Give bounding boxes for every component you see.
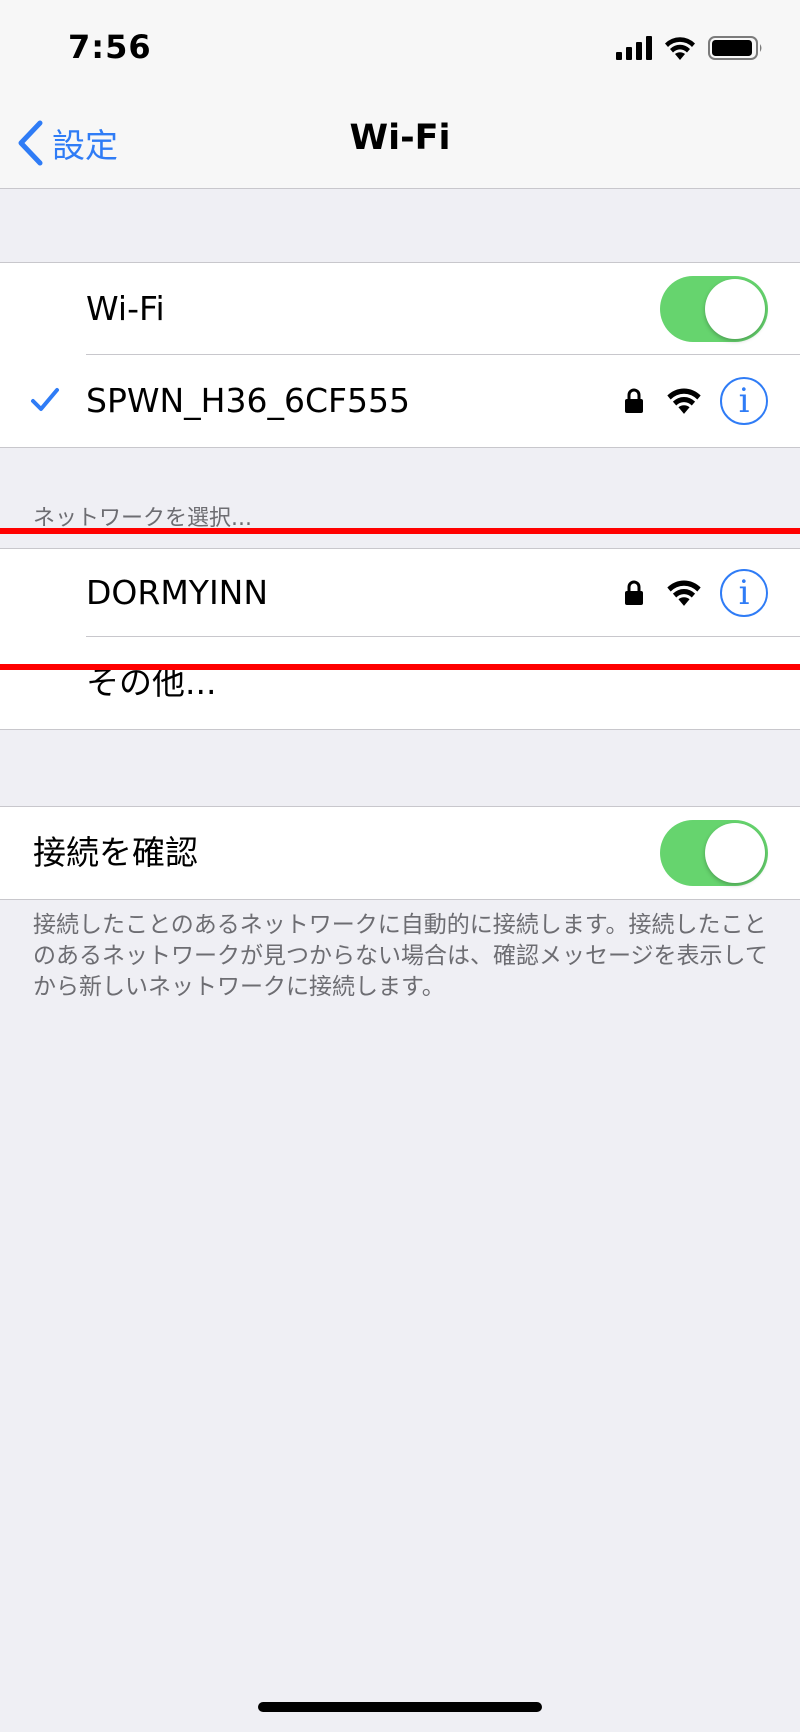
ask-to-join-note: 接続したことのあるネットワークに自動的に接続します。接続したことのあるネットワー… <box>33 912 768 1000</box>
network-row-dormyinn[interactable]: DORMYINN i <box>0 549 800 637</box>
ask-to-join-toggle[interactable] <box>660 820 768 886</box>
annotation-line-bottom <box>0 664 800 670</box>
page-title: Wi-Fi <box>349 118 451 158</box>
wifi-toggle-row: Wi-Fi <box>0 263 800 355</box>
connected-network-name: SPWN_H36_6CF555 <box>86 381 410 420</box>
status-icons <box>616 34 766 64</box>
toggle-knob <box>705 823 765 883</box>
annotation-line-top <box>0 528 800 534</box>
wifi-signal-icon <box>667 388 701 414</box>
ask-to-join-group: 接続を確認 <box>0 806 800 900</box>
status-time: 7:56 <box>68 28 152 66</box>
wifi-icon <box>665 37 695 60</box>
network-name: DORMYINN <box>86 573 269 612</box>
lock-icon <box>625 580 643 605</box>
wifi-group: Wi-Fi SPWN_H36_6CF555 i <box>0 262 800 448</box>
checkmark-icon <box>31 388 59 411</box>
toggle-knob <box>705 279 765 339</box>
lock-icon <box>625 388 643 413</box>
home-indicator[interactable] <box>258 1702 542 1712</box>
info-icon[interactable]: i <box>720 569 768 617</box>
ask-to-join-row: 接続を確認 <box>0 807 800 899</box>
ask-to-join-label: 接続を確認 <box>33 833 198 872</box>
connected-network-row[interactable]: SPWN_H36_6CF555 i <box>0 355 800 447</box>
other-network-row[interactable]: その他... <box>0 637 800 729</box>
wifi-toggle-label: Wi-Fi <box>86 289 165 328</box>
cellular-signal-icon <box>616 36 652 60</box>
other-network-label: その他... <box>86 663 217 702</box>
status-bar: 7:56 <box>0 0 800 98</box>
wifi-signal-icon <box>667 580 701 606</box>
networks-group: DORMYINN i その他... <box>0 548 800 730</box>
navigation-bar: 設定 Wi-Fi <box>0 98 800 189</box>
wifi-toggle[interactable] <box>660 276 768 342</box>
battery-icon <box>708 36 762 60</box>
info-icon[interactable]: i <box>720 377 768 425</box>
